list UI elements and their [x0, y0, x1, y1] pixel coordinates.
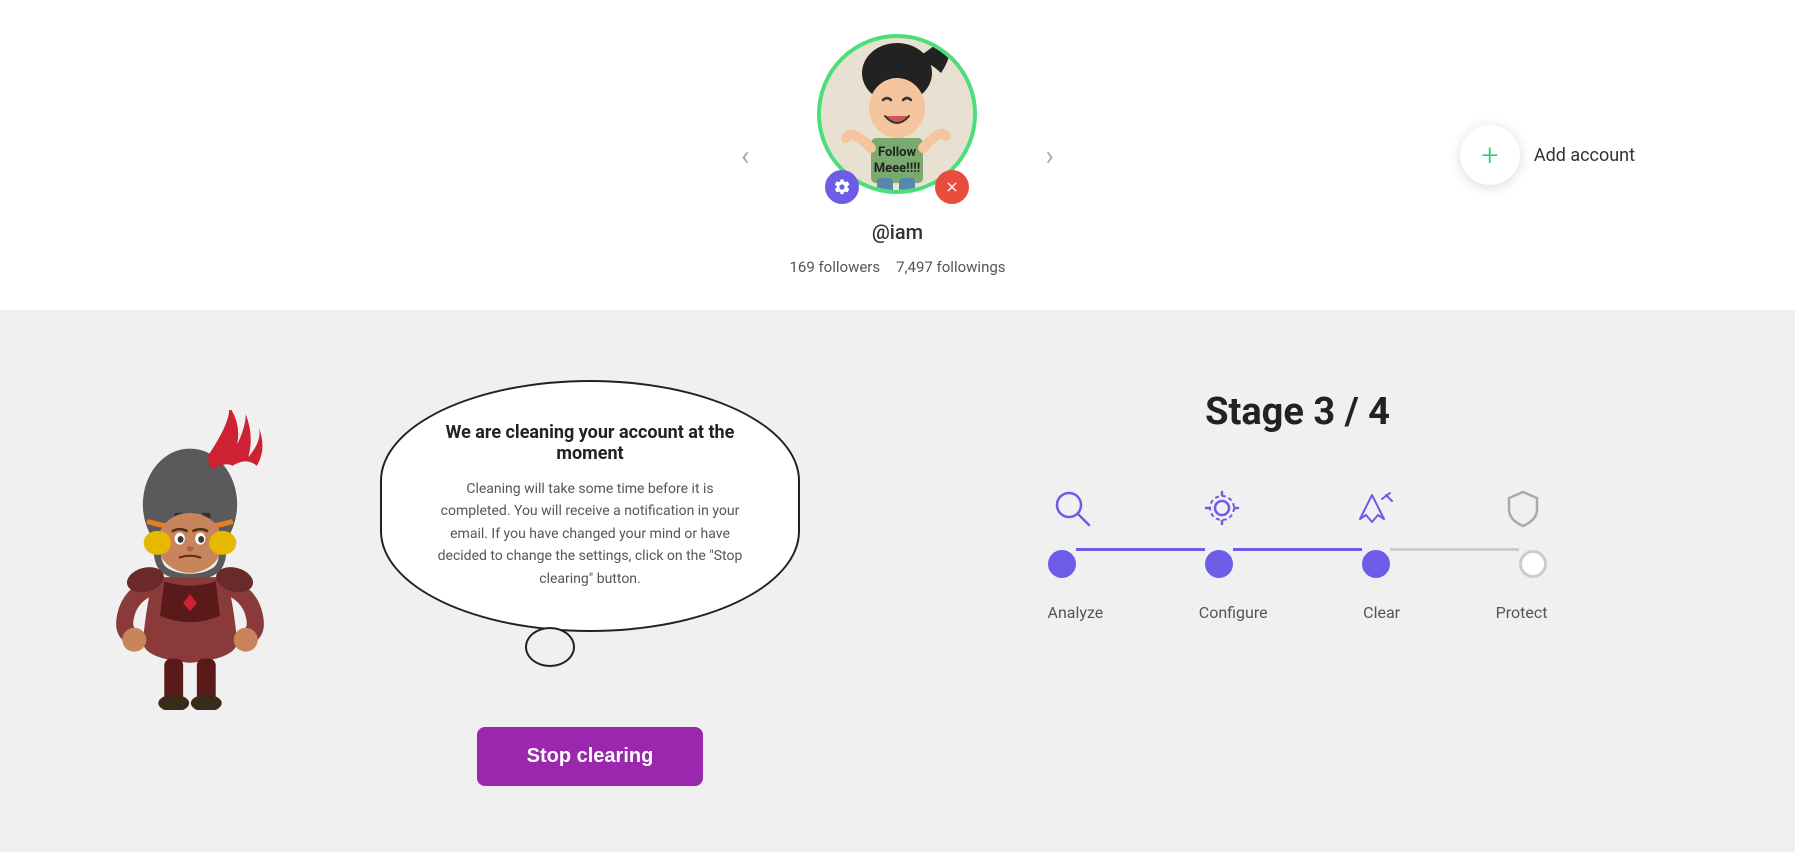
- mascot-character: [80, 410, 300, 714]
- svg-text:Follow: Follow: [878, 145, 917, 160]
- clear-icon: [1349, 484, 1397, 532]
- speech-bubble-title: We are cleaning your account at the mome…: [432, 422, 748, 464]
- followings-count: 7,497 followings: [896, 258, 1005, 276]
- step-icons-row: [1048, 484, 1548, 548]
- add-account-label: Add account: [1534, 145, 1635, 166]
- step-line-3: [1390, 548, 1519, 551]
- add-account-area[interactable]: + Add account: [1460, 125, 1635, 185]
- step-dots-row: [1048, 548, 1548, 579]
- step-label-analyze: Analyze: [1048, 603, 1104, 622]
- step-label-configure: Configure: [1199, 603, 1268, 622]
- avatar-action-icons: [817, 170, 977, 204]
- stop-clearing-button[interactable]: Stop clearing: [477, 727, 704, 786]
- account-nav: ‹: [731, 34, 1064, 276]
- next-arrow[interactable]: ›: [1036, 129, 1064, 182]
- settings-icon-btn[interactable]: [825, 170, 859, 204]
- stage-title: Stage 3 / 4: [1205, 390, 1390, 434]
- mascot-svg: [80, 410, 300, 710]
- step-line-2: [1233, 548, 1362, 551]
- remove-account-btn[interactable]: [935, 170, 969, 204]
- step-label-protect: Protect: [1496, 603, 1548, 622]
- step-labels-row: Analyze Configure Clear Protect: [1048, 591, 1548, 622]
- analyze-icon: [1048, 484, 1096, 532]
- followers-count: 169 followers: [789, 258, 880, 276]
- progress-container: Analyze Configure Clear Protect: [1048, 484, 1548, 622]
- top-section: ‹: [0, 0, 1795, 310]
- speech-bubble-text: Cleaning will take some time before it i…: [432, 478, 748, 590]
- avatar-container: Follow Meee!!!!: [789, 34, 1005, 276]
- avatar-image: Follow Meee!!!!: [821, 38, 973, 190]
- speech-section: We are cleaning your account at the mome…: [380, 380, 800, 786]
- protect-icon: [1499, 484, 1547, 532]
- step-dot-clear: [1362, 550, 1390, 578]
- bottom-section: We are cleaning your account at the mome…: [0, 310, 1795, 852]
- step-line-1: [1076, 548, 1205, 551]
- add-account-button[interactable]: +: [1460, 125, 1520, 185]
- step-dot-configure: [1205, 550, 1233, 578]
- account-stats: 169 followers 7,497 followings: [789, 258, 1005, 276]
- stage-area: Stage 3 / 4: [880, 390, 1715, 622]
- step-dot-analyze: [1048, 550, 1076, 578]
- username: @iam: [872, 220, 923, 244]
- prev-arrow[interactable]: ‹: [731, 129, 759, 182]
- step-dot-protect: [1519, 550, 1547, 578]
- speech-bubble: We are cleaning your account at the mome…: [380, 380, 800, 632]
- bubble-tail: [525, 627, 575, 667]
- configure-icon: [1198, 484, 1246, 532]
- step-label-clear: Clear: [1363, 603, 1400, 622]
